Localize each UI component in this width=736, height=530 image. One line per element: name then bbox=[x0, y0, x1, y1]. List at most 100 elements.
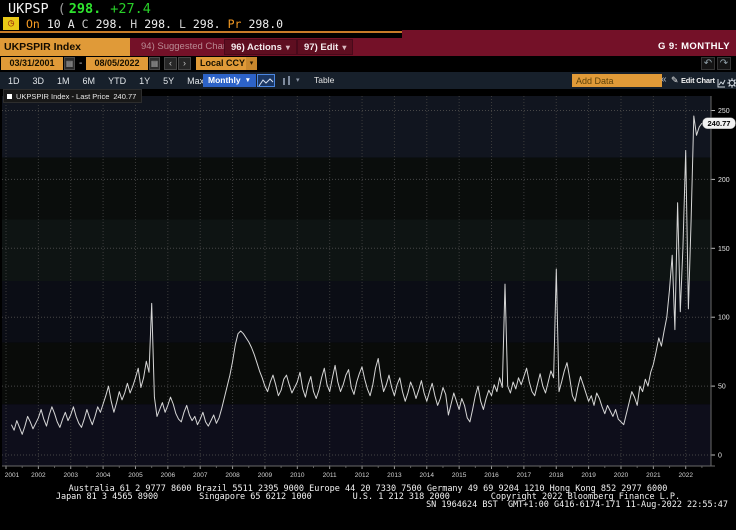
year-tick-label: 2015 bbox=[452, 472, 467, 479]
y-axis-tick-label: 200 bbox=[718, 177, 730, 184]
calendar-icon[interactable]: ▦ bbox=[149, 57, 160, 70]
chevron-down-icon: ▾ bbox=[342, 40, 346, 54]
last-price: 298. bbox=[69, 1, 102, 17]
year-tick-label: 2017 bbox=[517, 472, 532, 479]
year-tick-label: 2001 bbox=[5, 472, 20, 479]
plot-band bbox=[2, 343, 711, 405]
date-from-input[interactable]: 03/31/2001 bbox=[1, 57, 63, 70]
year-tick-label: 2019 bbox=[581, 472, 596, 479]
period-select[interactable]: Monthly ▼ bbox=[203, 74, 256, 87]
range-selector-group: 1D 3D 1M 6M YTD 1Y 5Y Max bbox=[8, 72, 204, 89]
actions-menu-label: 96) Actions bbox=[231, 40, 282, 54]
undo-icon[interactable]: ↶ bbox=[701, 57, 715, 70]
actions-menu-button[interactable]: 96) Actions ▾ bbox=[224, 39, 297, 55]
footer-session-info: SN 1964624 BST GMT+1:00 G416-6174-171 11… bbox=[0, 502, 736, 509]
series-swatch-icon bbox=[7, 94, 12, 99]
range-1y-button[interactable]: 1Y bbox=[139, 76, 150, 86]
price-change: +27.4 bbox=[110, 1, 151, 17]
prev-value: 298.0 bbox=[248, 17, 283, 31]
alarm-clock-icon[interactable]: ◷ bbox=[3, 17, 19, 30]
range-1d-button[interactable]: 1D bbox=[8, 76, 20, 86]
plot-band bbox=[2, 158, 711, 220]
suggested-charts-button[interactable]: 94) Suggested Charts bbox=[141, 38, 233, 56]
redo-icon[interactable]: ↷ bbox=[717, 57, 731, 70]
line-chart-type-button[interactable] bbox=[257, 74, 275, 87]
chart-toolbar: 1D 3D 1M 6M YTD 1Y 5Y Max Monthly ▼ ▾ Ta… bbox=[0, 72, 736, 89]
series-legend-value: 240.77 bbox=[113, 92, 136, 101]
high-value: 298. bbox=[144, 17, 172, 31]
year-tick-label: 2008 bbox=[225, 472, 240, 479]
chart-controls-row: 03/31/2001 ▦ - 08/05/2022 ▦ ‹ › Local CC… bbox=[0, 57, 736, 72]
low-label: L bbox=[179, 17, 186, 31]
close-label: C bbox=[82, 17, 89, 31]
year-tick-label: 2013 bbox=[387, 472, 402, 479]
plot-band bbox=[2, 281, 711, 343]
low-value: 298. bbox=[193, 17, 221, 31]
period-select-value: Monthly bbox=[208, 74, 241, 87]
year-tick-label: 2011 bbox=[323, 472, 337, 479]
range-1m-button[interactable]: 1M bbox=[57, 76, 70, 86]
last-price-tracker-value: 240.77 bbox=[708, 119, 731, 128]
range-3d-button[interactable]: 3D bbox=[33, 76, 45, 86]
y-axis-tick-label: 250 bbox=[718, 108, 730, 115]
chart-id-label: G 9: MONTHLY bbox=[658, 38, 730, 56]
y-axis-tick-label: 0 bbox=[718, 453, 722, 460]
function-ribbon: 94) Suggested Charts 96) Actions ▾ 97) E… bbox=[0, 38, 736, 56]
chevron-down-icon: ▾ bbox=[286, 40, 290, 54]
session-label: On bbox=[26, 17, 40, 31]
pencil-icon: ✎ bbox=[671, 72, 679, 89]
year-tick-label: 2014 bbox=[420, 472, 435, 479]
high-label: H bbox=[130, 17, 137, 31]
side-label: A bbox=[68, 17, 75, 31]
chart-type-dropdown[interactable]: ▾ bbox=[296, 74, 300, 87]
y-axis-tick-label: 50 bbox=[718, 384, 726, 391]
year-tick-label: 2018 bbox=[549, 472, 564, 479]
table-view-button[interactable]: Table bbox=[314, 72, 334, 89]
year-tick-label: 2022 bbox=[678, 472, 693, 479]
price-chart[interactable]: 2001200220032004200520062007200820092010… bbox=[0, 88, 736, 488]
prev-period-button[interactable]: ‹ bbox=[164, 57, 177, 70]
year-tick-label: 2004 bbox=[96, 472, 111, 479]
year-tick-label: 2007 bbox=[193, 472, 208, 479]
next-period-button[interactable]: › bbox=[178, 57, 191, 70]
series-legend[interactable]: UKPSPIR Index - Last Price 240.77 bbox=[3, 89, 142, 103]
year-tick-label: 2005 bbox=[128, 472, 143, 479]
date-range-separator: - bbox=[79, 57, 82, 70]
tick-indicator: ( bbox=[58, 1, 66, 17]
quote-header: UKPSP ( 298. +27.4 bbox=[8, 1, 151, 16]
chevron-down-icon: ▼ bbox=[245, 74, 251, 87]
date-to-input[interactable]: 08/05/2022 bbox=[86, 57, 148, 70]
y-axis-tick-label: 100 bbox=[718, 315, 730, 322]
close-value: 298. bbox=[96, 17, 124, 31]
year-tick-label: 2020 bbox=[614, 472, 629, 479]
calendar-icon[interactable]: ▦ bbox=[64, 57, 75, 70]
bar-chart-icon bbox=[281, 75, 293, 87]
edit-menu-label: 97) Edit bbox=[304, 40, 338, 54]
year-tick-label: 2002 bbox=[31, 472, 46, 479]
range-max-button[interactable]: Max bbox=[187, 76, 204, 86]
prev-label: Pr bbox=[228, 17, 242, 31]
bloomberg-terminal-window: UKPSP ( 298. +27.4 ◷ On 10 A C 298. H 29… bbox=[0, 0, 736, 530]
range-6m-button[interactable]: 6M bbox=[83, 76, 96, 86]
year-tick-label: 2016 bbox=[484, 472, 499, 479]
year-tick-label: 2021 bbox=[646, 472, 661, 479]
chevron-down-icon[interactable]: ▾ bbox=[246, 57, 257, 70]
security-input[interactable] bbox=[0, 38, 130, 56]
edit-menu-button[interactable]: 97) Edit ▾ bbox=[297, 39, 353, 55]
series-legend-label: UKPSPIR Index - Last Price bbox=[16, 92, 109, 101]
edit-chart-button[interactable]: Edit Chart bbox=[681, 72, 715, 89]
range-ytd-button[interactable]: YTD bbox=[108, 76, 126, 86]
year-tick-label: 2012 bbox=[355, 472, 370, 479]
collapse-panel-icon[interactable]: « bbox=[661, 72, 667, 89]
header-divider bbox=[0, 31, 402, 33]
plot-band bbox=[2, 219, 711, 281]
plot-band bbox=[2, 96, 711, 158]
year-tick-label: 2006 bbox=[161, 472, 176, 479]
year-tick-label: 2010 bbox=[290, 472, 305, 479]
bar-chart-type-button[interactable] bbox=[281, 74, 294, 87]
range-5y-button[interactable]: 5Y bbox=[163, 76, 174, 86]
add-data-input[interactable] bbox=[572, 74, 662, 87]
session-value: 10 bbox=[47, 17, 61, 31]
currency-select[interactable]: Local CCY bbox=[196, 57, 249, 70]
y-axis-tick-label: 150 bbox=[718, 246, 730, 253]
